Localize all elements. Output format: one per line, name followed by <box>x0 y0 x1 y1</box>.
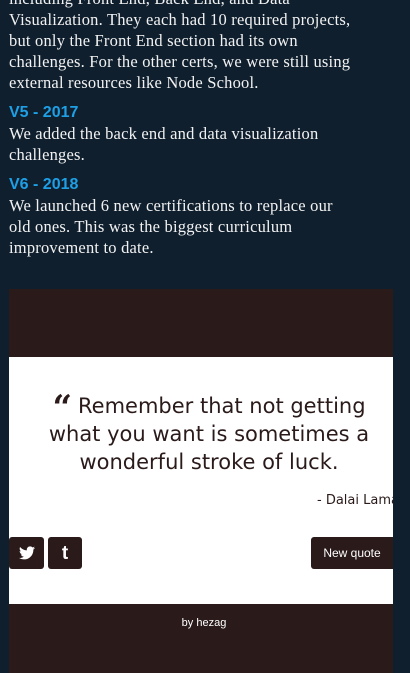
quote-author: - Dalai Lama <box>317 493 393 508</box>
text-line: including Front End, Back End, and Data <box>9 0 290 8</box>
author-credit: by hezag <box>181 617 227 629</box>
tumblr-button[interactable]: t <box>48 537 82 569</box>
text-line: external resources like Node School. <box>9 73 259 92</box>
quote-text: “Remember that not getting what you want… <box>23 388 393 476</box>
text-line: challenges. <box>9 145 85 164</box>
text-line: challenges. For the other certs, we were… <box>9 52 351 71</box>
random-quote-embed: “Remember that not getting what you want… <box>9 289 393 673</box>
intro-paragraph: including Front End, Back End, and Data … <box>9 0 393 93</box>
v5-paragraph: We added the back end and data visualiza… <box>9 123 393 165</box>
quote-mark-icon: “ <box>52 388 72 428</box>
twitter-icon <box>18 546 35 560</box>
tweet-button[interactable] <box>9 537 44 569</box>
new-quote-button[interactable]: New quote <box>311 537 393 569</box>
v6-heading: V6 - 2018 <box>9 176 79 193</box>
quote-line: what you want is sometimes a <box>48 422 370 446</box>
v6-paragraph: We launched 6 new certifications to repl… <box>9 195 393 258</box>
text-line: old ones. This was the biggest curriculu… <box>9 217 293 236</box>
article-body: including Front End, Back End, and Data … <box>9 0 393 258</box>
text-line: improvement to date. <box>9 238 154 257</box>
text-line: We launched 6 new certifications to repl… <box>9 196 333 215</box>
text-line: but only the Front End section had its o… <box>9 31 298 50</box>
tumblr-icon: t <box>61 542 69 564</box>
quote-box: “Remember that not getting what you want… <box>9 357 393 604</box>
quote-line: wonderful stroke of luck. <box>79 450 339 474</box>
text-line: Visualization. They each had 10 required… <box>9 10 351 29</box>
text-line: We added the back end and data visualiza… <box>9 124 319 143</box>
quote-line: Remember that not getting <box>78 394 366 418</box>
v5-heading: V5 - 2017 <box>9 104 79 121</box>
